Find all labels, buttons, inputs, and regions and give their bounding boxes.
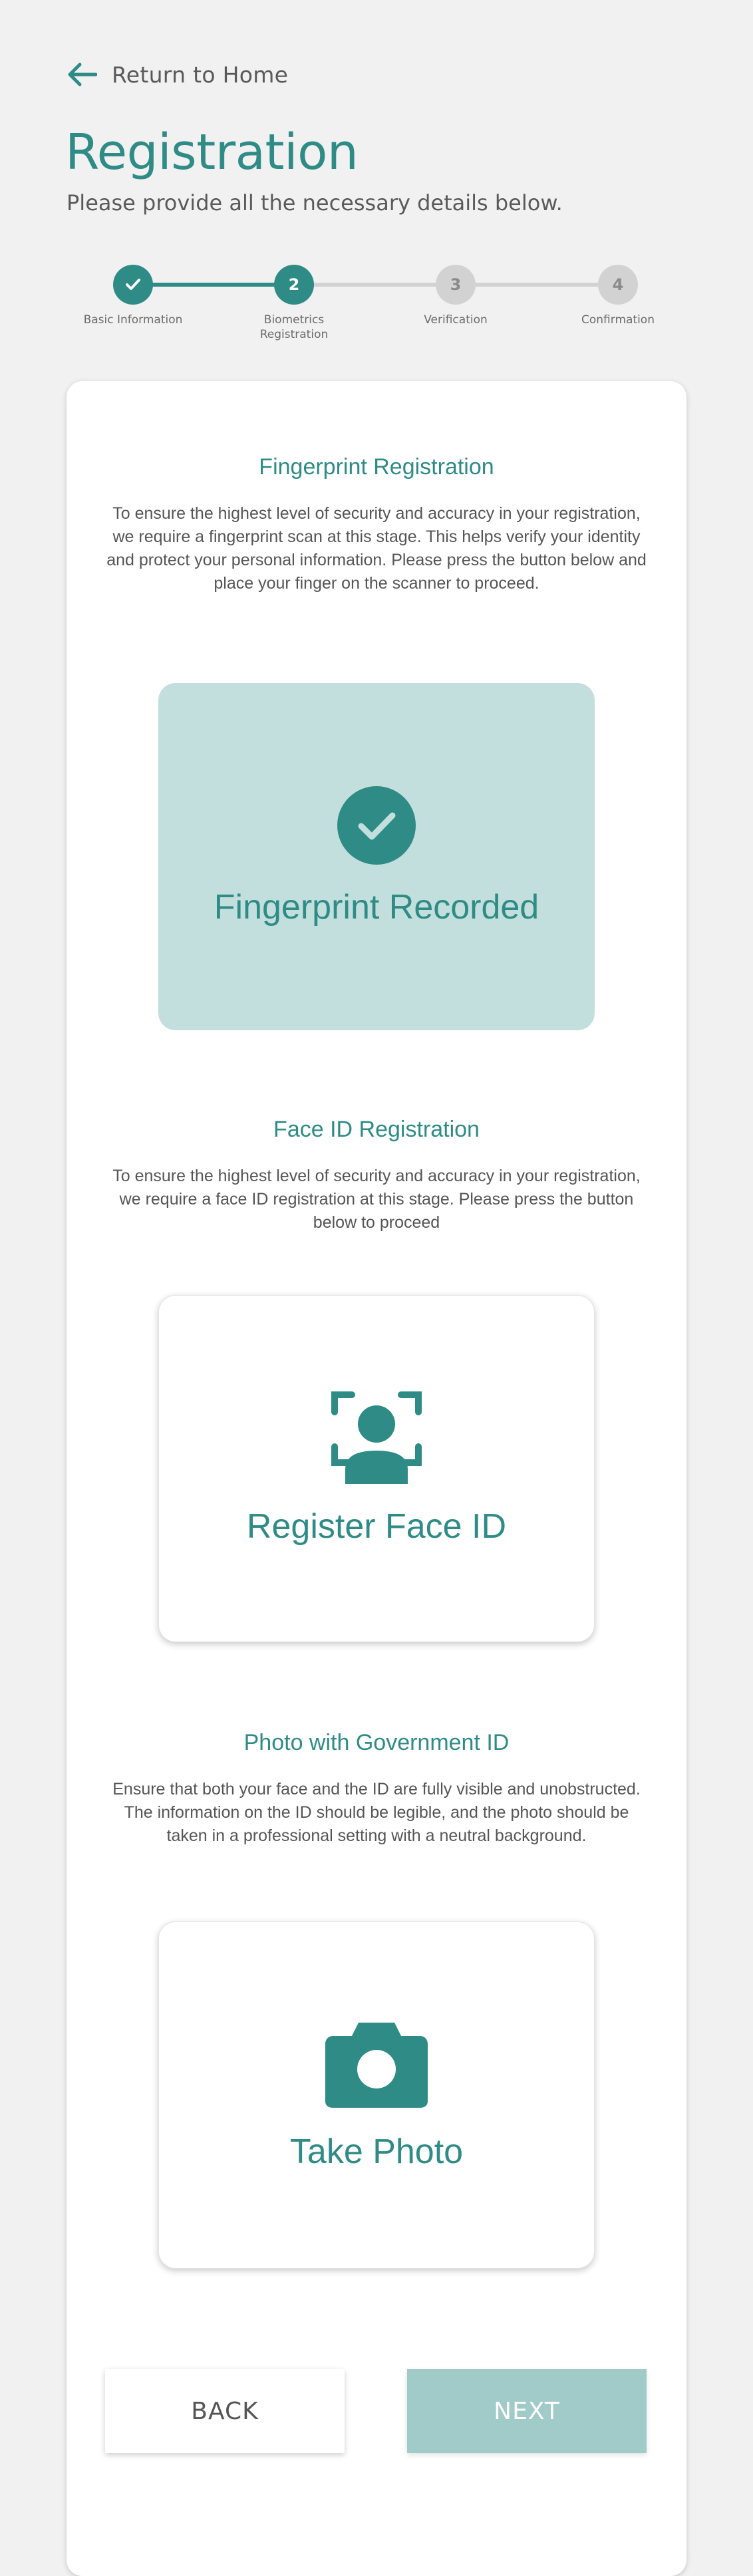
- step-2-label-line2: Registration: [259, 328, 329, 341]
- step-3-label: Verification: [424, 313, 488, 327]
- page-title: Registration: [65, 124, 359, 181]
- check-icon: [126, 279, 140, 290]
- biometrics-card: Fingerprint Registration To ensure the h…: [67, 381, 686, 2576]
- step-2-circle: 2: [274, 265, 314, 305]
- fingerprint-title: Fingerprint Registration: [259, 454, 494, 480]
- next-button[interactable]: NEXT: [407, 2369, 647, 2453]
- step-1-circle: [113, 265, 153, 305]
- take-photo-label: Take Photo: [289, 2132, 464, 2171]
- camera-icon: [325, 2023, 428, 2108]
- check-circle-icon: [337, 786, 416, 865]
- step-2-label-line1: Biometrics: [263, 313, 325, 327]
- stepper-line-complete: [133, 283, 296, 287]
- step-2-label: Biometrics Registration: [221, 313, 367, 342]
- photo-id-title: Photo with Government ID: [243, 1730, 510, 1755]
- return-home-label: Return to Home: [112, 61, 289, 88]
- step-4-label: Confirmation: [581, 313, 655, 327]
- face-id-title: Face ID Registration: [273, 1117, 480, 1142]
- arrow-left-icon: [68, 63, 97, 86]
- step-4-circle: 4: [598, 265, 638, 305]
- photo-id-description: Ensure that both your face and the ID ar…: [112, 1780, 641, 1845]
- step-3-circle: 3: [436, 265, 476, 305]
- progress-stepper: Basic Information 2 Biometrics Registrat…: [0, 261, 753, 354]
- register-face-id-label: Register Face ID: [246, 1507, 507, 1546]
- return-home-link[interactable]: Return to Home: [67, 61, 288, 88]
- back-button[interactable]: BACK: [105, 2369, 345, 2453]
- step-1-label: Basic Information: [83, 313, 183, 327]
- take-photo-button[interactable]: Take Photo: [158, 1922, 595, 2269]
- fingerprint-description: To ensure the highest level of security …: [106, 504, 647, 593]
- face-scan-icon: [331, 1391, 422, 1484]
- page-subtitle: Please provide all the necessary details…: [67, 190, 563, 215]
- fingerprint-tile[interactable]: Fingerprint Recorded: [158, 683, 595, 1030]
- register-face-id-button[interactable]: Register Face ID: [158, 1295, 595, 1642]
- face-id-description: To ensure the highest level of security …: [112, 1167, 641, 1232]
- fingerprint-tile-label: Fingerprint Recorded: [214, 888, 539, 927]
- registration-page: Return to Home Registration Please provi…: [0, 0, 753, 2576]
